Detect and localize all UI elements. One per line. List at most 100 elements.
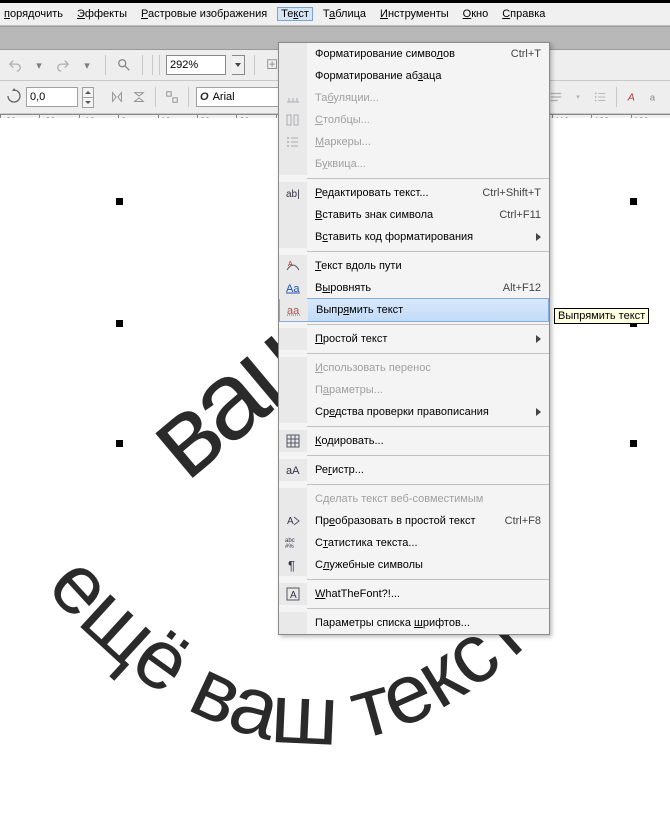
blank-icon xyxy=(279,488,307,510)
align-icon[interactable] xyxy=(163,88,181,106)
menu-item[interactable]: Таблица xyxy=(323,8,366,20)
menu-item-label: Использовать перенос xyxy=(307,362,541,374)
menu-item-label: Преобразовать в простой текст xyxy=(307,515,495,527)
menu-item[interactable]: Форматирование абзаца xyxy=(279,65,549,87)
menu-item-label: Выпрямить текст xyxy=(308,304,540,316)
rotation-icon xyxy=(6,88,22,107)
zoom-input[interactable]: 292% xyxy=(166,55,226,75)
menu-item[interactable]: AПреобразовать в простой текстCtrl+F8 xyxy=(279,510,549,532)
undo-dropdown-icon[interactable]: ▾ xyxy=(30,56,48,74)
menu-shortcut: Ctrl+Shift+T xyxy=(472,187,541,199)
svg-text:¶: ¶ xyxy=(288,558,295,573)
menu-item: Параметры... xyxy=(279,379,549,401)
menu-item-label: WhatTheFont?!... xyxy=(307,588,541,600)
blank-icon xyxy=(279,43,307,65)
menu-item-label: Форматирование символов xyxy=(307,48,501,60)
menu-item: Буквица... xyxy=(279,153,549,175)
menu-item[interactable]: Кодировать... xyxy=(279,430,549,452)
find-icon[interactable] xyxy=(115,56,133,74)
menu-item-label: Параметры списка шрифтов... xyxy=(307,617,541,629)
svg-text:A: A xyxy=(288,261,293,268)
svg-text:a: a xyxy=(650,93,656,104)
blank-icon xyxy=(279,226,307,248)
menu-item[interactable]: ¶Служебные символы xyxy=(279,554,549,576)
convert-icon: A xyxy=(279,510,307,532)
bullets-icon xyxy=(279,131,307,153)
redo-dropdown-icon[interactable]: ▾ xyxy=(78,56,96,74)
menu-item: Табуляции... xyxy=(279,87,549,109)
menu-item[interactable]: Простой текст xyxy=(279,328,549,350)
undo-icon[interactable] xyxy=(6,56,24,74)
align-icon: Aa xyxy=(279,277,307,299)
redo-icon[interactable] xyxy=(54,56,72,74)
svg-text:A: A xyxy=(290,590,297,601)
svg-text:aA: aA xyxy=(286,465,300,477)
menu-separator xyxy=(307,579,549,580)
columns-icon xyxy=(279,109,307,131)
menu-item-label: Регистр... xyxy=(307,464,541,476)
menu-item[interactable]: aaВыпрямить текст xyxy=(279,298,549,322)
selection-handle[interactable] xyxy=(116,320,123,327)
menu-separator xyxy=(307,426,549,427)
encode-icon xyxy=(279,430,307,452)
menu-item[interactable]: Растровые изображения xyxy=(141,8,267,20)
menu-item-label: Выровнять xyxy=(307,282,493,294)
char-format-icon[interactable]: A xyxy=(624,88,642,106)
stats-icon: abc#% xyxy=(279,532,307,554)
menu-item[interactable]: Вставить код форматирования xyxy=(279,226,549,248)
rotation-input[interactable]: 0,0 xyxy=(26,87,78,107)
menu-item[interactable]: Инструменты xyxy=(380,8,449,20)
submenu-arrow-icon xyxy=(536,408,541,416)
selection-handle[interactable] xyxy=(116,440,123,447)
rotation-spinner[interactable] xyxy=(82,87,94,108)
mirror-v-icon[interactable] xyxy=(130,88,148,106)
text-menu-dropdown[interactable]: Форматирование символовCtrl+TФорматирова… xyxy=(278,42,550,635)
menu-item[interactable]: Окно xyxy=(463,8,489,20)
menu-item[interactable]: abc#%Статистика текста... xyxy=(279,532,549,554)
font-select[interactable]: OArial xyxy=(196,87,284,107)
justify-dropdown-icon[interactable]: ▾ xyxy=(569,88,587,106)
menu-item: Использовать перенос xyxy=(279,357,549,379)
menu-item-label: Маркеры... xyxy=(307,136,541,148)
bullets-icon[interactable] xyxy=(591,88,609,106)
menu-item[interactable]: aA Регистр... xyxy=(279,459,549,481)
menu-bar[interactable]: порядочить Эффекты Растровые изображения Те… xyxy=(0,3,670,26)
menu-item[interactable]: Вставить знак символаCtrl+F11 xyxy=(279,204,549,226)
font-preview-icon: O xyxy=(200,91,209,103)
edit-icon: ab| xyxy=(279,182,307,204)
blank-icon xyxy=(279,204,307,226)
svg-text:#%: #% xyxy=(285,544,294,550)
menu-item[interactable]: Справка xyxy=(502,8,545,20)
menu-item[interactable]: ab|Редактировать текст...Ctrl+Shift+T xyxy=(279,182,549,204)
selection-handle[interactable] xyxy=(630,440,637,447)
blank-icon xyxy=(279,357,307,379)
menu-item-label: Параметры... xyxy=(307,384,541,396)
straighten-icon: aa xyxy=(280,299,308,321)
menu-item[interactable]: Параметры списка шрифтов... xyxy=(279,612,549,634)
menu-item: Столбцы... xyxy=(279,109,549,131)
menu-item[interactable]: Средства проверки правописания xyxy=(279,401,549,423)
menu-item[interactable]: порядочить xyxy=(4,8,63,20)
toolbar-grip[interactable] xyxy=(152,55,160,75)
separator xyxy=(105,55,106,75)
mirror-h-icon[interactable] xyxy=(108,88,126,106)
zoom-dropdown[interactable] xyxy=(232,55,245,75)
menu-item[interactable]: AaВыровнятьAlt+F12 xyxy=(279,277,549,299)
menu-separator xyxy=(307,353,549,354)
menu-item[interactable]: A WhatTheFont?!... xyxy=(279,583,549,605)
separator xyxy=(188,87,189,107)
menu-item[interactable]: Форматирование символовCtrl+T xyxy=(279,43,549,65)
separator xyxy=(155,87,156,107)
selection-handle[interactable] xyxy=(116,198,123,205)
selection-handle[interactable] xyxy=(630,198,637,205)
menu-item[interactable]: A Текст вдоль пути xyxy=(279,255,549,277)
menu-item[interactable]: Эффекты xyxy=(77,8,127,20)
menu-item-label: Текст вдоль пути xyxy=(307,260,541,272)
pilcrow-icon: ¶ xyxy=(279,554,307,576)
para-format-icon[interactable]: a xyxy=(646,88,664,106)
menu-item[interactable]: Текст xyxy=(277,7,313,21)
separator xyxy=(616,87,617,107)
blank-icon xyxy=(279,401,307,423)
wtf-icon: A xyxy=(279,583,307,605)
menu-item: Маркеры... xyxy=(279,131,549,153)
